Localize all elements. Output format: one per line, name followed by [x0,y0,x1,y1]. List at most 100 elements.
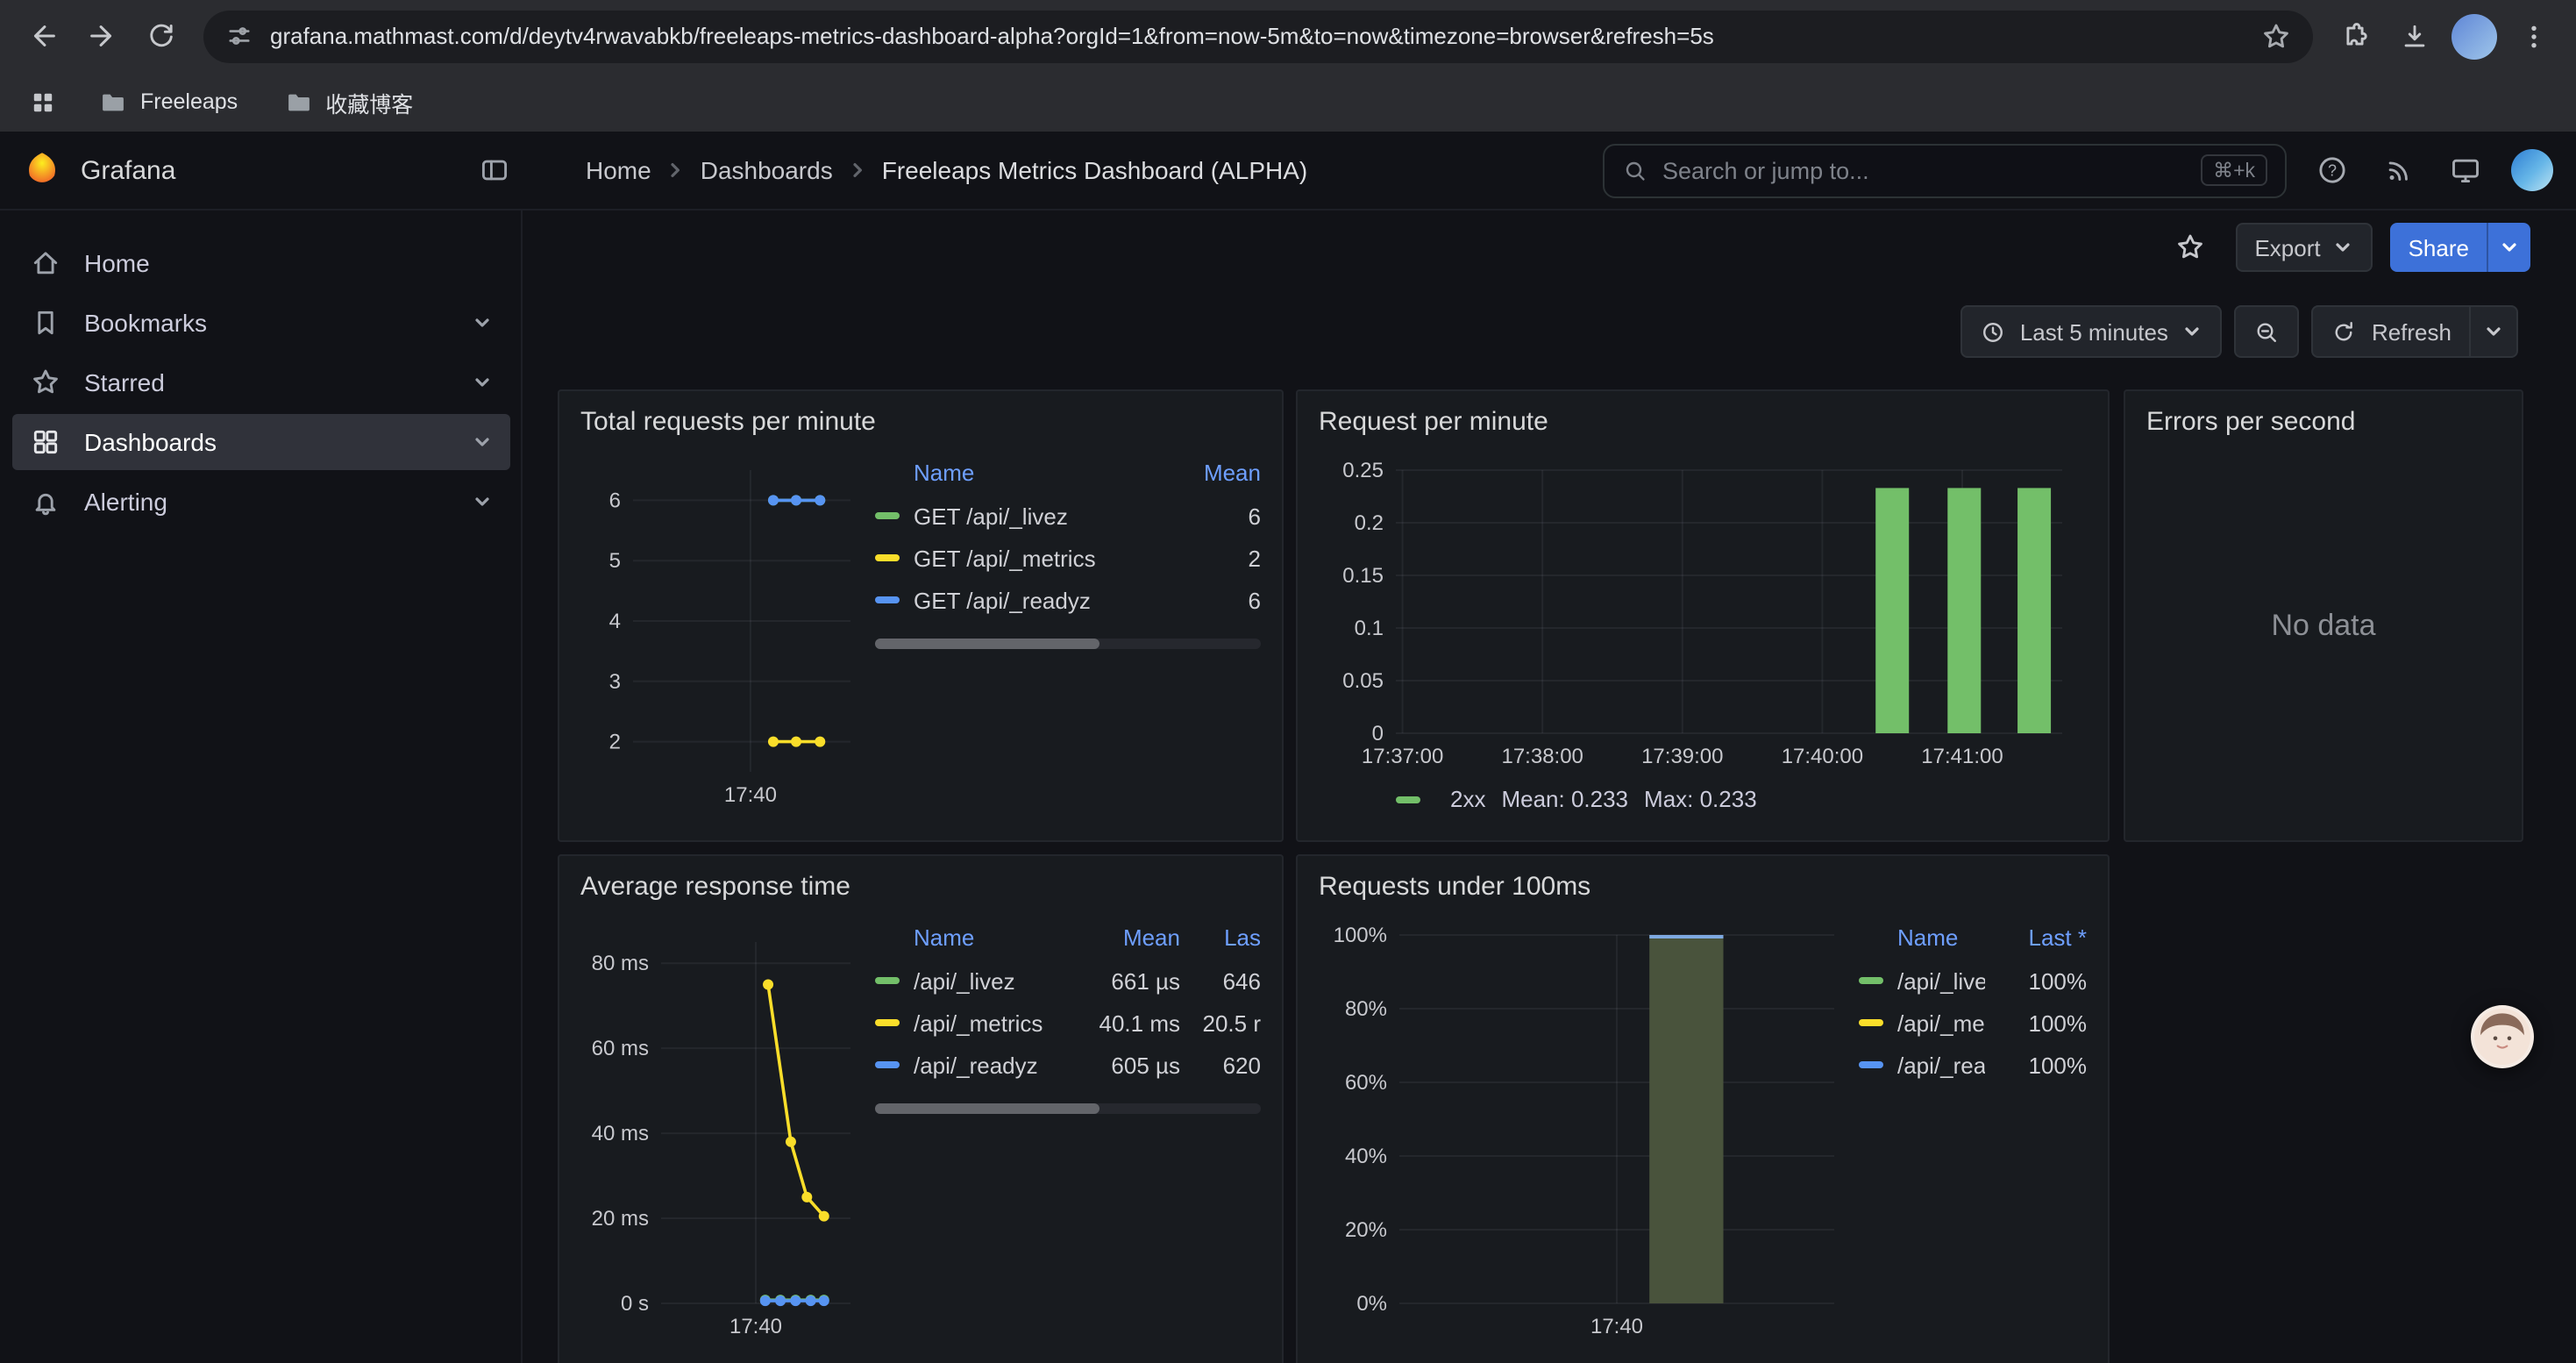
bookmark-folder-blogs[interactable]: 收藏博客 [269,78,427,125]
total-requests-chart[interactable]: 17:4023456 [580,446,861,817]
request-per-minute-chart[interactable]: 17:37:0017:38:0017:39:0017:40:0017:41:00… [1319,446,2076,779]
legend-row[interactable]: GET /api/_readyz 6 [875,579,1261,621]
assistant-avatar-bubble[interactable] [2471,1005,2534,1068]
average-response-time-chart[interactable]: 17:400 s20 ms40 ms60 ms80 ms [580,910,861,1349]
svg-text:60 ms: 60 ms [592,1037,649,1060]
panel-title[interactable]: Average response time [559,856,1282,910]
panel-body: 17:400%20%40%60%80%100% Name Last * /api… [1298,910,2108,1349]
sidebar-item-dashboards[interactable]: Dashboards [12,414,510,470]
bookmark-label: 收藏博客 [325,85,413,118]
kiosk-mode-button[interactable] [2437,142,2494,198]
search-shortcut: ⌘+k [2201,154,2267,186]
legend-scrollbar[interactable] [875,639,1261,649]
bookmark-star-icon[interactable] [2260,20,2292,52]
svg-text:17:40: 17:40 [729,1315,782,1338]
extensions-button[interactable] [2327,8,2383,64]
legend-row[interactable]: /api/_readyz 100% [1859,1044,2087,1086]
sidebar-item-label: Starred [84,368,165,396]
legend-col-name[interactable]: Name [875,924,1068,951]
search-input[interactable] [1662,157,2187,183]
time-controls: Last 5 minutes Refresh [1960,305,2518,358]
share-menu-button[interactable] [2487,223,2530,272]
sidebar-toggle-button[interactable] [466,142,523,198]
site-info-icon[interactable] [224,21,254,51]
legend-row[interactable]: /api/_readyz 605 µs 620 [875,1044,1261,1086]
browser-menu-button[interactable] [2506,8,2562,64]
series-swatch [875,596,900,603]
svg-text:5: 5 [609,549,621,573]
chevron-right-icon [665,160,687,181]
sidebar-item-home[interactable]: Home [12,235,510,291]
legend-inline[interactable]: 2xx Mean: 0.233 Max: 0.233 [1319,779,2087,812]
scrollbar-thumb[interactable] [875,1103,1099,1114]
refresh-label: Refresh [2372,318,2451,345]
legend-row[interactable]: GET /api/_livez 6 [875,495,1261,537]
browser-profile-avatar[interactable] [2451,13,2497,59]
downloads-button[interactable] [2387,8,2443,64]
favorite-dashboard-button[interactable] [2161,219,2217,275]
svg-text:2: 2 [609,731,621,754]
panel-title[interactable]: Total requests per minute [559,391,1282,446]
bookmark-folder-freeleaps[interactable]: Freeleaps [84,80,252,124]
panel-title[interactable]: Requests under 100ms [1298,856,2108,910]
reload-button[interactable] [133,8,189,64]
series-name: /api/_readyz [914,1052,1068,1078]
export-button[interactable]: Export [2235,223,2373,272]
sidebar-item-alerting[interactable]: Alerting [12,474,510,530]
refresh-button[interactable]: Refresh [2314,307,2469,356]
refresh-icon [2331,318,2358,345]
series-mean: Mean: 0.233 [1501,786,1628,812]
sidebar-item-bookmarks[interactable]: Bookmarks [12,295,510,351]
search-box[interactable]: ⌘+k [1603,143,2287,197]
panel-body: 17:4023456 Name Mean GET /api/_livez 6 G… [559,446,1282,817]
legend-row[interactable]: /api/_metrics 100% [1859,1002,2087,1044]
series-swatch [875,1019,900,1026]
help-button[interactable]: ? [2304,142,2360,198]
zoom-out-button[interactable] [2235,305,2300,358]
home-icon [30,247,61,279]
series-swatch [875,1061,900,1068]
requests-under-100ms-chart[interactable]: 17:400%20%40%60%80%100% [1319,910,1845,1349]
refresh-interval-button[interactable] [2469,307,2516,356]
legend-col-name[interactable]: Name [1859,924,1985,951]
forward-button[interactable] [74,8,130,64]
news-button[interactable] [2371,142,2427,198]
legend-col-name[interactable]: Name [875,460,1173,486]
legend-header: Name Last * [1859,924,2087,951]
chevron-down-icon [2182,321,2203,342]
legend-row[interactable]: /api/_livez 661 µs 646 [875,960,1261,1002]
legend-col-mean[interactable]: Mean [1068,924,1180,951]
sidebar-item-label: Alerting [84,488,167,516]
apps-shortcut-button[interactable] [18,77,67,126]
svg-text:40%: 40% [1345,1145,1387,1168]
back-button[interactable] [14,8,70,64]
breadcrumb-home[interactable]: Home [586,156,651,184]
share-button[interactable]: Share [2391,223,2487,272]
legend-col-last[interactable]: Last * [1985,924,2087,951]
user-avatar[interactable] [2511,149,2553,191]
svg-text:3: 3 [609,670,621,694]
series-mean: 6 [1173,587,1261,613]
legend-row[interactable]: /api/_metrics 40.1 ms 20.5 r [875,1002,1261,1044]
address-bar[interactable]: grafana.mathmast.com/d/deytv4rwavabkb/fr… [203,10,2313,62]
scrollbar-thumb[interactable] [875,639,1099,649]
svg-text:0.25: 0.25 [1342,459,1384,482]
legend-scrollbar[interactable] [875,1103,1261,1114]
legend-col-last[interactable]: Las [1180,924,1261,951]
chevron-down-icon[interactable] [472,491,493,512]
legend-row[interactable]: GET /api/_metrics 2 [875,537,1261,579]
share-label: Share [2409,234,2469,260]
chevron-down-icon[interactable] [472,312,493,333]
panel-title[interactable]: Request per minute [1298,391,2108,446]
panel-title[interactable]: Errors per second [2125,391,2522,446]
time-range-picker[interactable]: Last 5 minutes [1960,305,2223,358]
legend-row[interactable]: /api/_livez 100% [1859,960,2087,1002]
sidebar-item-starred[interactable]: Starred [12,354,510,410]
legend-col-mean[interactable]: Mean [1173,460,1261,486]
chevron-down-icon[interactable] [472,372,493,393]
breadcrumb-dashboards[interactable]: Dashboards [701,156,833,184]
panel-body: 17:400 s20 ms40 ms60 ms80 ms Name Mean L… [559,910,1282,1349]
chevron-down-icon[interactable] [472,432,493,453]
folder-icon [283,87,313,117]
brand-name: Grafana [81,155,447,185]
